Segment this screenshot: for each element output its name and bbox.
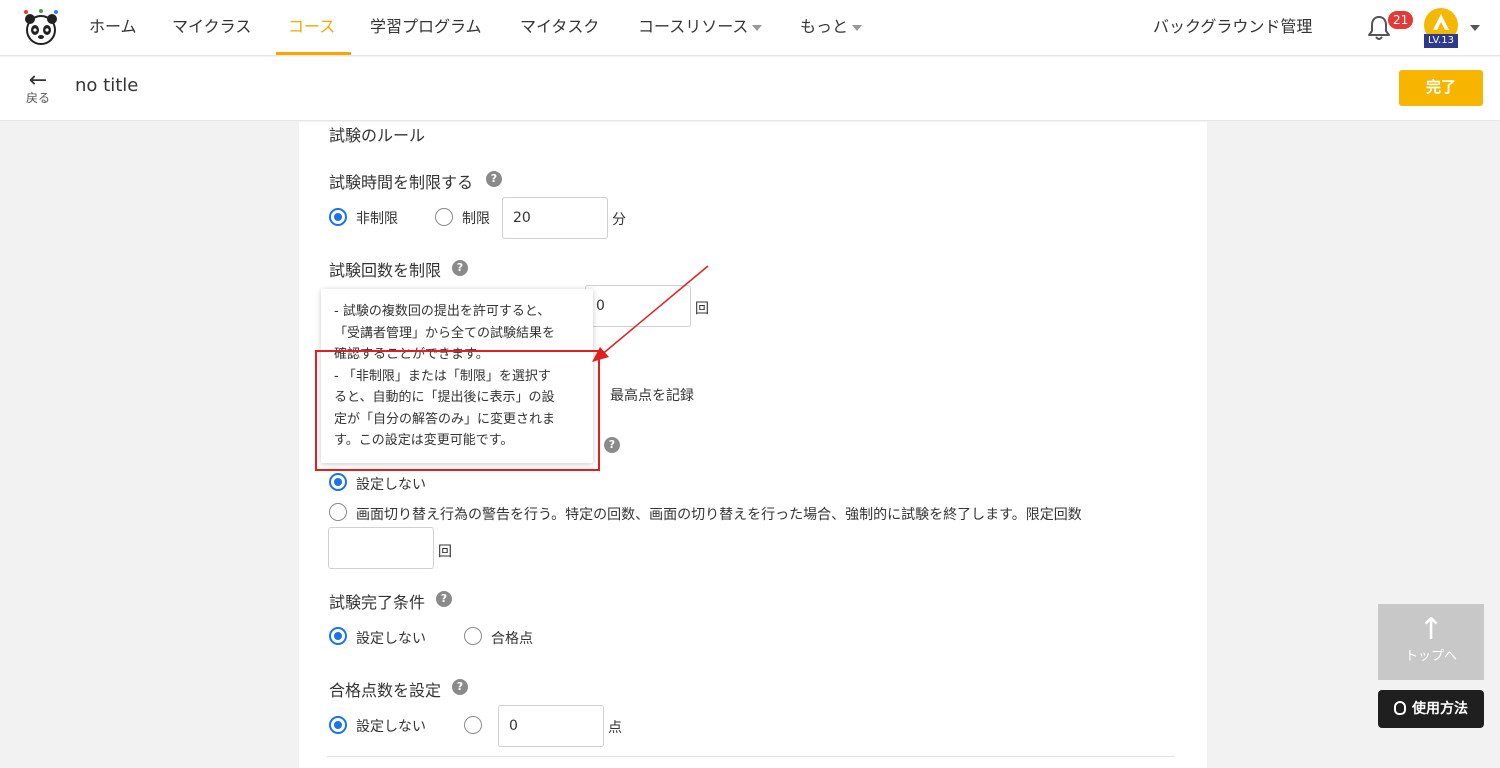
back-button[interactable]: ← 戻る — [22, 68, 54, 106]
nav-more[interactable]: もっと — [800, 0, 863, 56]
nav-course-resources[interactable]: コースリソース — [638, 0, 763, 56]
screen-switch-warn-radio[interactable] — [329, 503, 347, 521]
pass-score-unit: 点 — [608, 720, 622, 736]
sub-header: ← 戻る no title 完了 — [0, 57, 1500, 121]
level-badge: LV.13 — [1424, 34, 1458, 48]
screen-switch-warn-label: 画面切り替え行為の警告を行う。特定の回数、画面の切り替えを行った場合、強制的に試… — [356, 507, 1082, 523]
nav-more-label: もっと — [800, 17, 849, 36]
help-tooltip: - 試験の複数回の提出を許可すると、 「受講者管理」から全ての試験結果を 確認す… — [321, 289, 593, 463]
completion-title: 試験完了条件 — [329, 593, 426, 612]
time-limit-limited-label: 制限 — [462, 211, 490, 227]
time-limit-unlimited-label: 非制限 — [356, 211, 398, 227]
how-to-use-label: 使用方法 — [1412, 701, 1468, 717]
notification-badge: 21 — [1388, 11, 1414, 29]
panda-logo-icon[interactable] — [20, 8, 62, 48]
scroll-to-top-label: トップへ — [1404, 649, 1457, 664]
nav-course[interactable]: コース — [288, 0, 335, 56]
tooltip-text: - 試験の複数回の提出を許可すると、 「受講者管理」から全ての試験結果を 確認す… — [334, 304, 556, 448]
lightbulb-icon — [1394, 701, 1406, 715]
nav-home[interactable]: ホーム — [89, 0, 137, 56]
screen-switch-count-input[interactable] — [328, 527, 434, 569]
help-icon[interactable]: ? — [436, 591, 452, 607]
screen-switch-none-radio[interactable] — [329, 473, 347, 491]
time-limit-input[interactable]: 20 — [502, 197, 608, 239]
chevron-down-icon[interactable] — [1470, 25, 1480, 31]
time-limit-title: 試験時間を制限する — [329, 173, 474, 192]
pass-score-set-radio[interactable] — [464, 716, 482, 734]
attempt-limit-input[interactable]: 0 — [585, 285, 691, 327]
completion-pass-label: 合格点 — [491, 631, 533, 647]
pass-score-none-label: 設定しない — [356, 719, 426, 735]
completion-pass-radio[interactable] — [464, 627, 482, 645]
nav-course-resources-label: コースリソース — [638, 17, 749, 36]
completion-none-radio[interactable] — [329, 627, 347, 645]
attempt-limit-title: 試験回数を制限 — [329, 261, 442, 280]
screen-switch-none-label: 設定しない — [356, 477, 426, 493]
time-limit-unit: 分 — [612, 212, 626, 228]
done-button[interactable]: 完了 — [1399, 70, 1483, 106]
page-title: no title — [75, 75, 139, 96]
help-icon[interactable]: ? — [452, 679, 468, 695]
section-title: 試験のルール — [329, 126, 426, 145]
divider — [327, 756, 1175, 757]
nav-my-class[interactable]: マイクラス — [172, 0, 251, 56]
pass-score-title: 合格点数を設定 — [329, 681, 442, 700]
attempt-limit-unit: 回 — [695, 301, 709, 317]
screen-switch-unit: 回 — [438, 544, 452, 560]
nav-my-task[interactable]: マイタスク — [520, 0, 599, 56]
how-to-use-button[interactable]: 使用方法 — [1378, 690, 1484, 728]
back-label: 戻る — [25, 91, 50, 105]
chevron-down-icon — [852, 24, 863, 31]
record-highest-label: 最高点を記録 — [610, 388, 694, 404]
nav-learning-program[interactable]: 学習プログラム — [370, 0, 482, 56]
arrow-up-icon: ↑ — [1418, 612, 1444, 647]
chevron-down-icon — [752, 24, 763, 31]
nav-active-underline — [276, 52, 351, 55]
time-limit-limited-radio[interactable] — [435, 208, 453, 226]
help-icon[interactable]: ? — [486, 171, 502, 187]
scroll-to-top-button[interactable]: ↑ トップへ — [1378, 604, 1484, 680]
pass-score-none-radio[interactable] — [329, 716, 347, 734]
completion-none-label: 設定しない — [356, 631, 426, 647]
help-icon[interactable]: ? — [452, 260, 468, 276]
nav-background-admin[interactable]: バックグラウンド管理 — [1153, 0, 1312, 56]
help-icon[interactable]: ? — [604, 437, 620, 453]
time-limit-unlimited-radio[interactable] — [329, 208, 347, 226]
arrow-left-icon: ← — [28, 68, 48, 93]
top-nav: ホーム マイクラス コース 学習プログラム マイタスク コースリソース もっと … — [0, 0, 1500, 56]
pass-score-input[interactable]: 0 — [498, 705, 604, 747]
